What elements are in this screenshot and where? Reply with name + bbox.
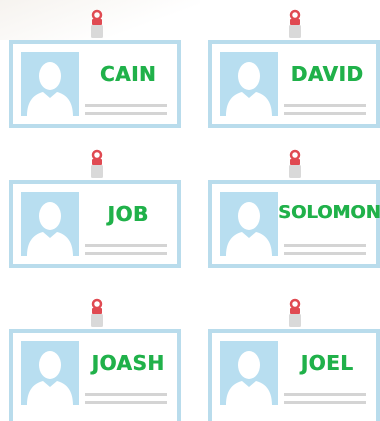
id-card-solomon: SOLOMON [208,180,380,268]
card-line [284,104,366,107]
id-card-joel: JOEL [208,329,380,421]
card-line [85,244,167,247]
person-silhouette-icon [220,52,278,116]
id-card-job: JOB [9,180,181,268]
id-card-joash: JOASH [9,329,181,421]
card-name: JOB [107,202,149,226]
badge-clip-icon [287,8,303,38]
person-silhouette-icon [21,52,79,116]
card-line [85,401,167,404]
card-name: CAIN [99,62,157,86]
card-line [284,401,366,404]
card-line [85,104,167,107]
card-line [284,112,366,115]
card-line [284,252,366,255]
person-silhouette-icon [220,341,278,405]
card-name: JOEL [300,351,354,375]
badge-clip-icon [287,148,303,178]
card-line [284,393,366,396]
id-card-cain: CAIN [9,40,181,128]
person-silhouette-icon [21,341,79,405]
card-line [85,252,167,255]
card-line [284,244,366,247]
badge-clip-icon [89,8,105,38]
card-name: JOASH [91,351,165,375]
id-card-david: DAVID [208,40,380,128]
badge-clip-icon [89,148,105,178]
badge-clip-icon [89,297,105,327]
person-silhouette-icon [21,192,79,256]
card-name: SOLOMON [278,202,380,223]
card-line [85,393,167,396]
badge-clip-icon [287,297,303,327]
person-silhouette-icon [220,192,278,256]
card-line [85,112,167,115]
card-name: DAVID [290,62,364,86]
